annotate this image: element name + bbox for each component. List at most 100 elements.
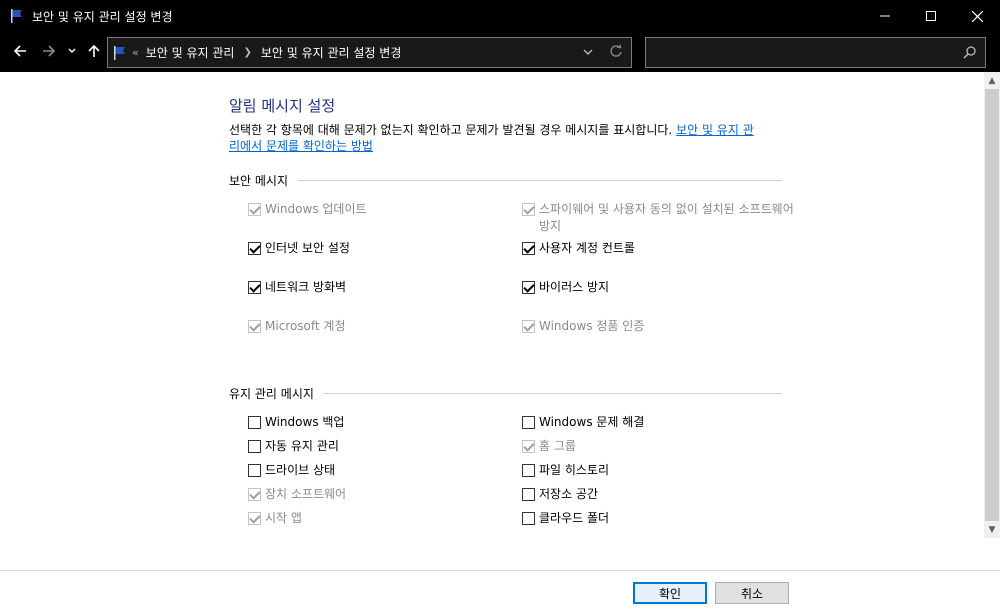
ok-button[interactable]: 확인 — [633, 582, 707, 604]
breadcrumb-separator-icon[interactable]: ❯ — [243, 47, 251, 58]
checkbox-label: 장치 소프트웨어 — [265, 487, 347, 501]
checkbox-label: 스파이웨어 및 사용자 동의 없이 설치된 소프트웨어 방지 — [539, 202, 794, 233]
checkbox-windows-troubleshooting[interactable]: Windows 문제 해결 — [522, 414, 644, 431]
checkbox-label: 저장소 공간 — [539, 487, 599, 501]
checkbox-label: Microsoft 계정 — [265, 319, 346, 333]
checkbox-drive-status[interactable]: 드라이브 상태 — [248, 462, 335, 479]
refresh-button[interactable] — [609, 44, 623, 61]
checkbox-automatic-maintenance[interactable]: 자동 유지 관리 — [248, 438, 339, 455]
refresh-icon — [610, 44, 622, 57]
checkbox-microsoft-account[interactable]: Microsoft 계정 — [248, 318, 346, 335]
back-arrow-icon — [13, 45, 26, 57]
checkbox-box[interactable] — [522, 488, 535, 501]
checkbox-label: 자동 유지 관리 — [265, 439, 339, 453]
checkbox-label: 바이러스 방지 — [539, 280, 610, 294]
checkbox-label: Windows 업데이트 — [265, 202, 367, 216]
checkbox-box[interactable] — [248, 464, 261, 477]
flag-icon — [11, 9, 22, 23]
checkbox-box[interactable] — [522, 281, 535, 294]
recent-locations-button[interactable] — [63, 40, 81, 62]
dialog-footer: 확인 취소 — [0, 571, 1000, 616]
checkbox-label: 드라이브 상태 — [265, 463, 336, 477]
security-messages-group: 보안 메시지 — [229, 172, 782, 189]
up-arrow-icon — [88, 44, 100, 57]
scroll-down-icon[interactable]: ▼ — [984, 521, 1000, 538]
chevron-down-icon — [68, 48, 76, 53]
checkbox-device-software[interactable]: 장치 소프트웨어 — [248, 486, 346, 503]
checkbox-spyware[interactable]: 스파이웨어 및 사용자 동의 없이 설치된 소프트웨어 방지 — [522, 201, 797, 235]
back-button[interactable] — [9, 40, 31, 62]
checkbox-cloud-folders[interactable]: 클라우드 폴더 — [522, 510, 609, 527]
checkbox-box[interactable] — [522, 416, 535, 429]
checkbox-box[interactable] — [248, 281, 261, 294]
up-button[interactable] — [83, 40, 105, 62]
checkbox-virus-protection[interactable]: 바이러스 방지 — [522, 279, 609, 296]
checkbox-box[interactable] — [248, 488, 261, 501]
checkbox-label: 파일 히스토리 — [539, 463, 610, 477]
checkbox-box[interactable] — [522, 320, 535, 333]
checkbox-box[interactable] — [248, 203, 261, 216]
checkbox-uac[interactable]: 사용자 계정 컨트롤 — [522, 240, 635, 257]
checkbox-box[interactable] — [522, 464, 535, 477]
checkbox-label: 네트워크 방화벽 — [265, 280, 347, 294]
checkbox-windows-backup[interactable]: Windows 백업 — [248, 414, 344, 431]
flag-icon — [114, 45, 125, 60]
close-button[interactable] — [954, 0, 1000, 32]
checkbox-box[interactable] — [522, 440, 535, 453]
address-dropdown-button[interactable] — [583, 45, 593, 59]
checkbox-box[interactable] — [522, 242, 535, 255]
page-description: 선택한 각 항목에 대해 문제가 없는지 확인하고 문제가 발견될 경우 메시지… — [229, 122, 809, 154]
checkbox-startup-apps[interactable]: 시작 앱 — [248, 510, 302, 527]
checkbox-label: Windows 문제 해결 — [539, 415, 645, 429]
checkbox-label: Windows 정품 인증 — [539, 319, 645, 333]
description-text: 선택한 각 항목에 대해 문제가 없는지 확인하고 문제가 발견될 경우 메시지… — [229, 123, 673, 137]
breadcrumb-item-security[interactable]: 보안 및 유지 관리 — [146, 44, 235, 61]
page-title: 알림 메시지 설정 — [229, 97, 336, 115]
forward-button[interactable] — [38, 40, 60, 62]
content-area: 알림 메시지 설정 선택한 각 항목에 대해 문제가 없는지 확인하고 문제가 … — [0, 72, 984, 570]
search-input[interactable] — [645, 37, 986, 68]
minimize-button[interactable] — [862, 0, 908, 32]
forward-arrow-icon — [43, 45, 56, 57]
checkbox-storage-spaces[interactable]: 저장소 공간 — [522, 486, 598, 503]
close-icon — [971, 10, 983, 22]
vertical-scrollbar[interactable]: ▲ ▼ — [984, 72, 1000, 538]
group-label: 보안 메시지 — [229, 174, 289, 188]
checkbox-box[interactable] — [248, 416, 261, 429]
checkbox-box[interactable] — [248, 320, 261, 333]
checkbox-box[interactable] — [522, 203, 535, 216]
chevron-down-icon — [583, 49, 593, 55]
checkbox-box[interactable] — [248, 440, 261, 453]
checkbox-box[interactable] — [522, 512, 535, 525]
search-icon[interactable] — [963, 45, 977, 62]
navigation-bar: « 보안 및 유지 관리 ❯ 보안 및 유지 관리 설정 변경 — [0, 32, 1000, 72]
checkbox-label: 홈 그룹 — [539, 439, 576, 453]
breadcrumb-item-settings[interactable]: 보안 및 유지 관리 설정 변경 — [261, 44, 402, 61]
divider — [298, 180, 782, 181]
checkbox-homegroup[interactable]: 홈 그룹 — [522, 438, 576, 455]
checkbox-label: 사용자 계정 컨트롤 — [539, 241, 635, 255]
address-bar[interactable]: « 보안 및 유지 관리 ❯ 보안 및 유지 관리 설정 변경 — [107, 37, 632, 68]
group-label: 유지 관리 메시지 — [229, 387, 314, 401]
title-bar: 보안 및 유지 관리 설정 변경 — [0, 0, 1000, 32]
minimize-icon — [880, 15, 890, 17]
breadcrumb-overflow[interactable]: « — [132, 46, 139, 59]
checkbox-windows-update[interactable]: Windows 업데이트 — [248, 201, 367, 218]
window-title: 보안 및 유지 관리 설정 변경 — [32, 9, 173, 24]
scroll-up-icon[interactable]: ▲ — [984, 72, 1000, 89]
checkbox-label: 시작 앱 — [265, 511, 302, 525]
checkbox-label: 클라우드 폴더 — [539, 511, 610, 525]
maximize-icon — [926, 11, 936, 21]
checkbox-firewall[interactable]: 네트워크 방화벽 — [248, 279, 346, 296]
cancel-button[interactable]: 취소 — [715, 582, 789, 604]
checkbox-file-history[interactable]: 파일 히스토리 — [522, 462, 609, 479]
checkbox-box[interactable] — [248, 512, 261, 525]
checkbox-label: Windows 백업 — [265, 415, 345, 429]
checkbox-box[interactable] — [248, 242, 261, 255]
maximize-button[interactable] — [908, 0, 954, 32]
checkbox-internet-security[interactable]: 인터넷 보안 설정 — [248, 240, 350, 257]
maintenance-messages-group: 유지 관리 메시지 — [229, 385, 782, 402]
checkbox-label: 인터넷 보안 설정 — [265, 241, 350, 255]
checkbox-windows-activation[interactable]: Windows 정품 인증 — [522, 318, 644, 335]
scroll-thumb[interactable] — [985, 89, 999, 521]
